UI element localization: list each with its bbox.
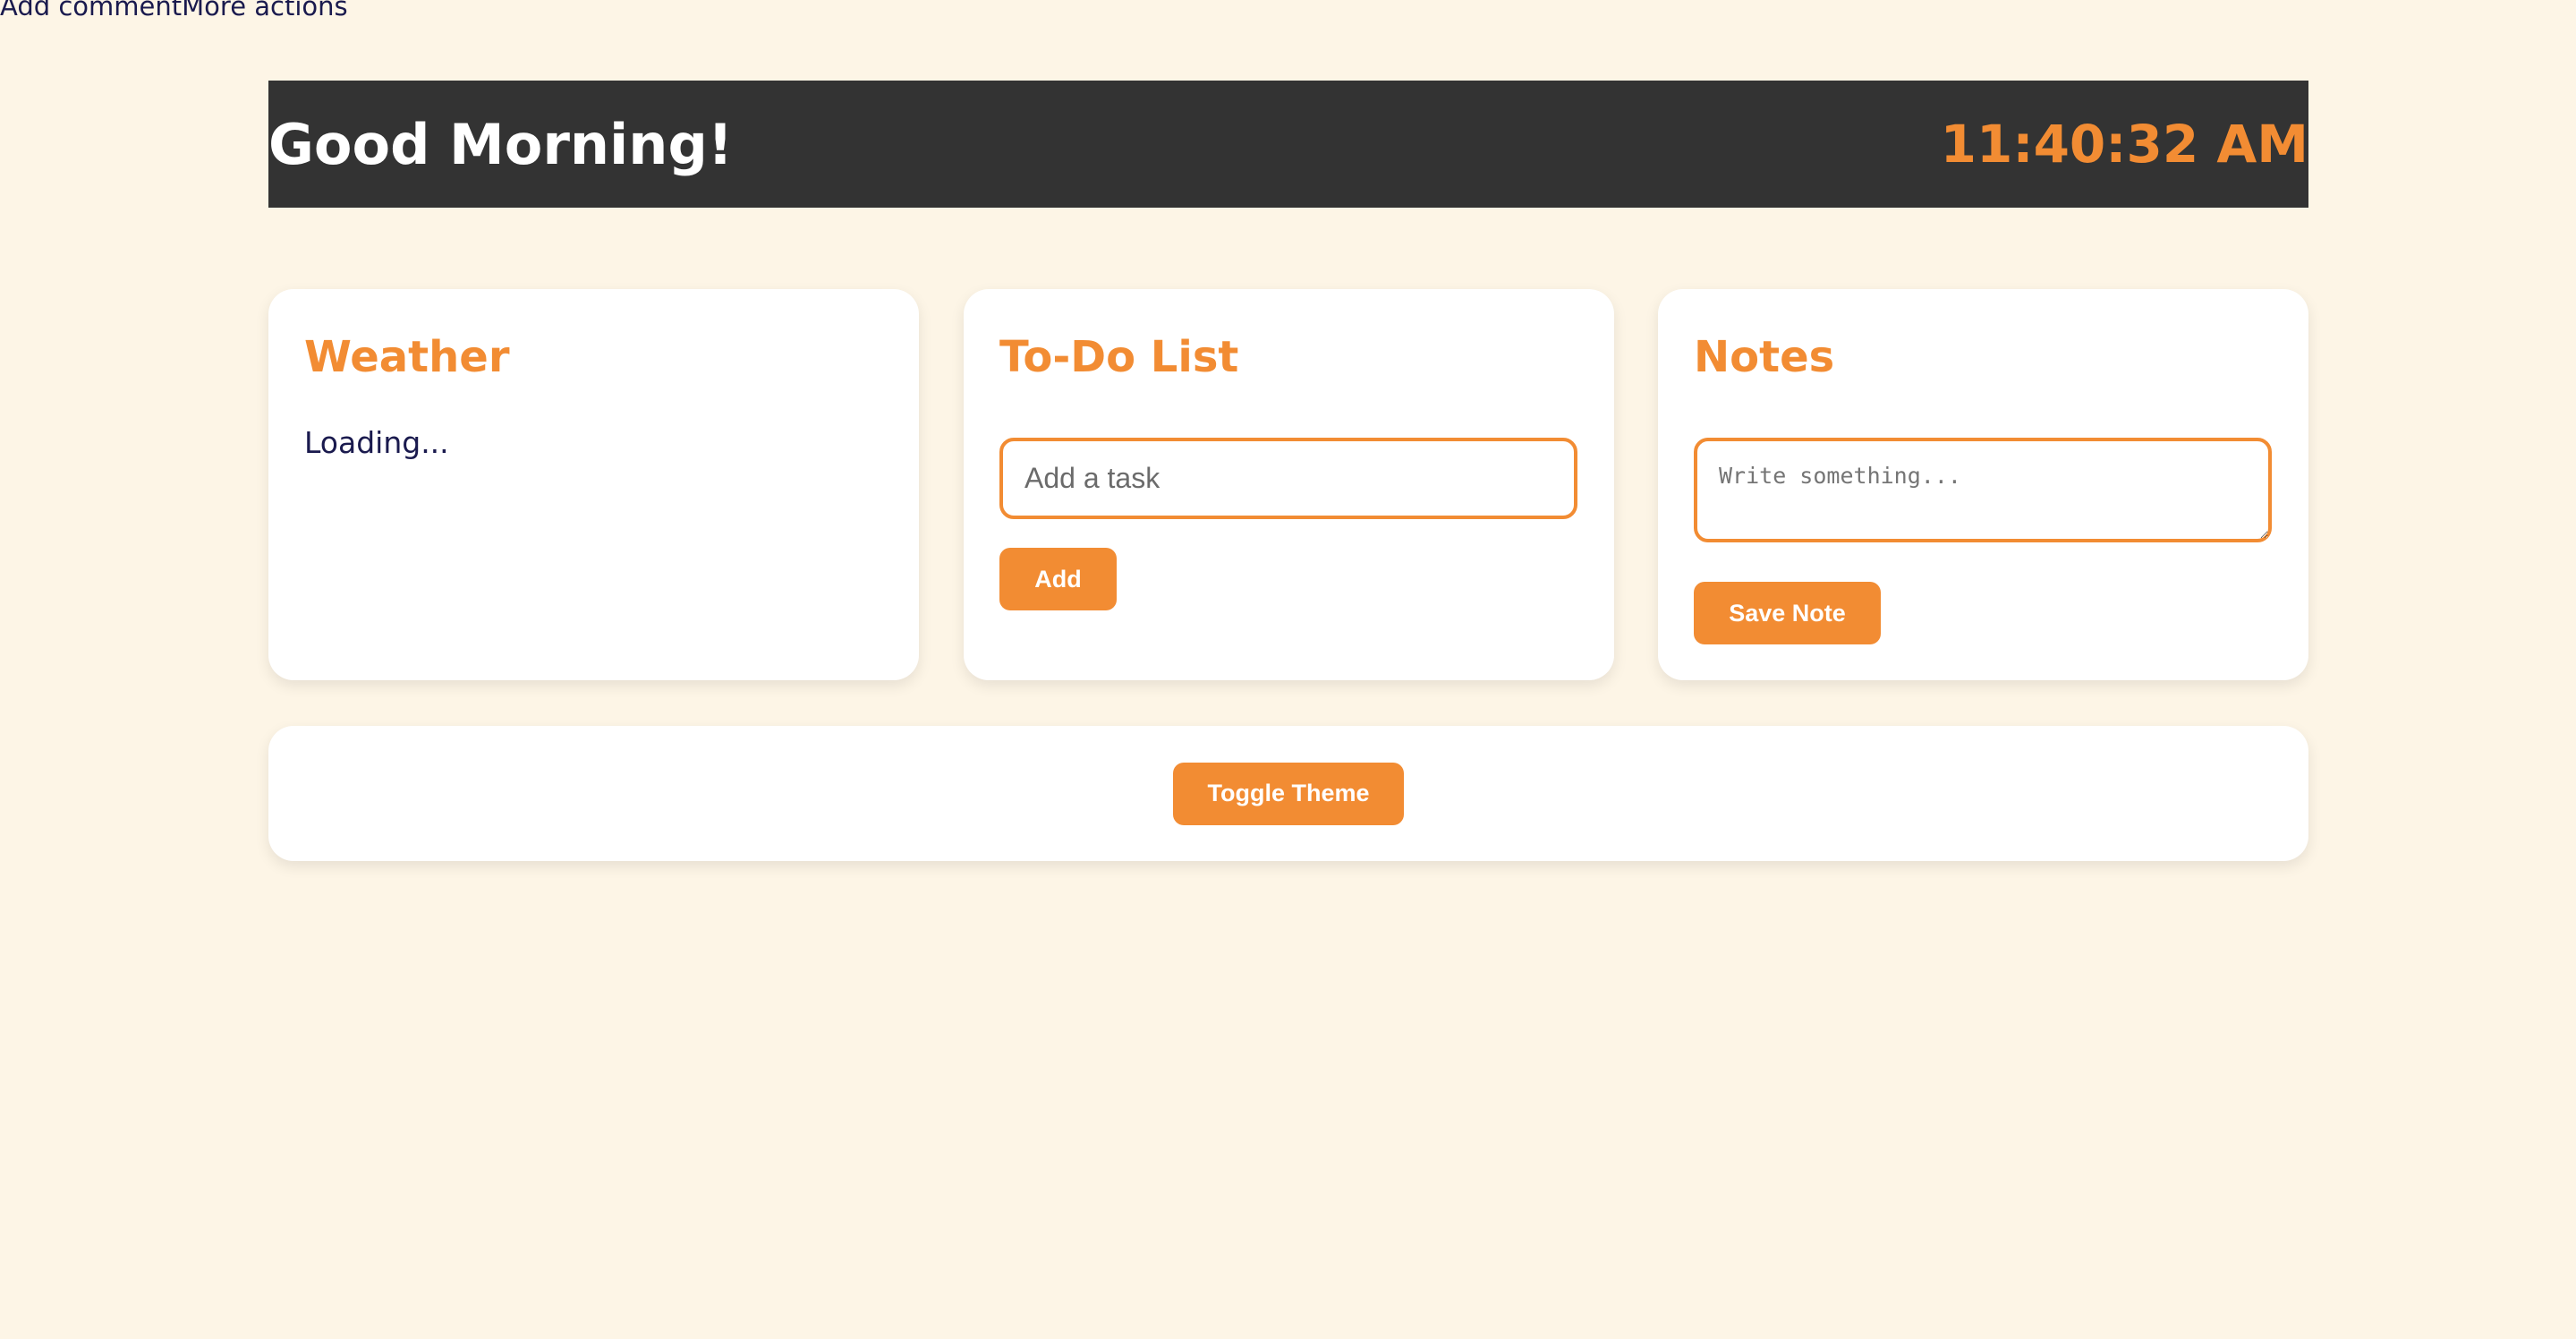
- footer-card: Toggle Theme: [268, 726, 2308, 861]
- add-comment-link[interactable]: Add comment: [0, 0, 182, 21]
- clock-display: 11:40:32 AM: [1940, 114, 2308, 175]
- greeting-title: Good Morning!: [268, 111, 734, 177]
- note-textarea[interactable]: [1694, 438, 2272, 542]
- weather-card: Weather Loading...: [268, 289, 919, 680]
- add-task-button[interactable]: Add: [999, 548, 1117, 610]
- weather-status: Loading...: [304, 425, 449, 460]
- more-actions-link[interactable]: More actions: [182, 0, 347, 21]
- task-input[interactable]: [999, 438, 1577, 519]
- notes-title: Notes: [1694, 332, 1835, 382]
- header-bar: Good Morning! 11:40:32 AM: [268, 81, 2308, 208]
- save-note-button[interactable]: Save Note: [1694, 582, 1881, 644]
- notes-card: Notes Save Note: [1658, 289, 2308, 680]
- todo-card: To-Do List Add: [964, 289, 1614, 680]
- weather-title: Weather: [304, 332, 510, 382]
- todo-title: To-Do List: [999, 332, 1239, 382]
- toggle-theme-button[interactable]: Toggle Theme: [1173, 762, 1404, 825]
- top-links: Add commentMore actions: [0, 0, 348, 22]
